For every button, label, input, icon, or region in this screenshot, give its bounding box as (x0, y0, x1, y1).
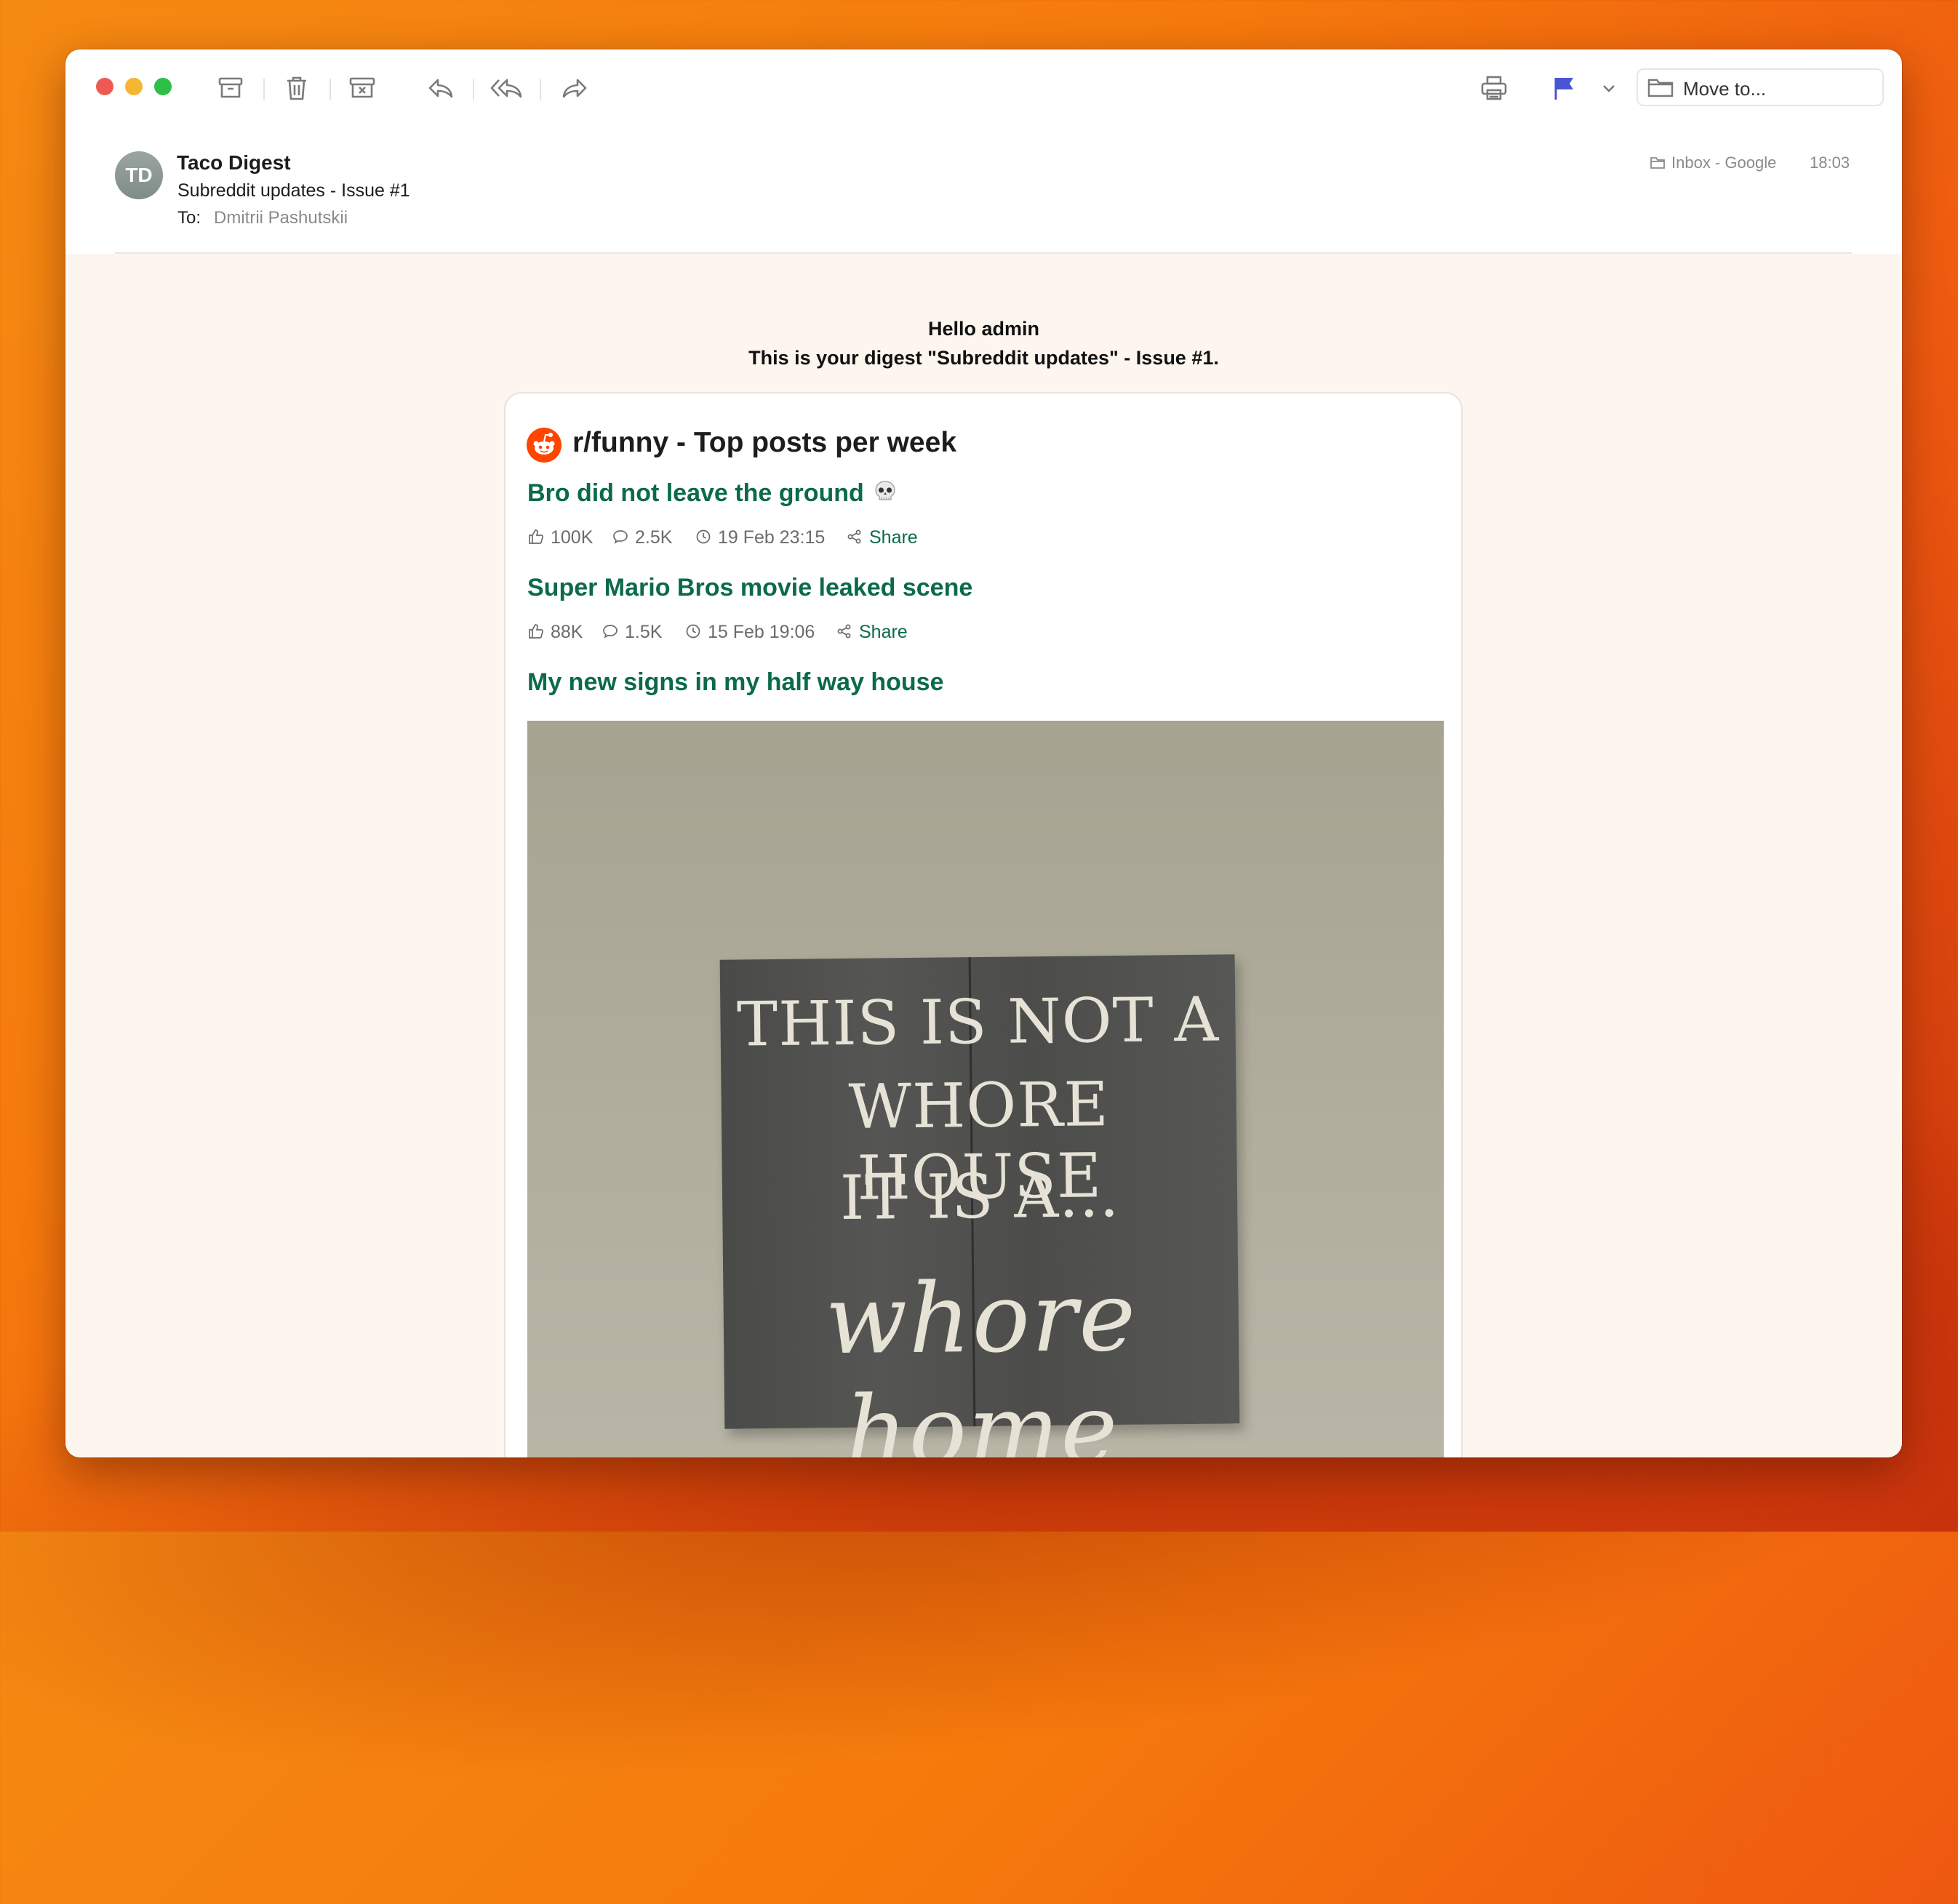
toolbar-divider (263, 79, 265, 100)
reply-all-icon[interactable] (490, 73, 525, 103)
trash-icon[interactable] (282, 73, 311, 103)
comments-count: 1.5K (625, 622, 663, 642)
print-icon[interactable] (1479, 73, 1509, 103)
archive-icon[interactable] (216, 73, 245, 103)
message-time: 18:03 (1810, 153, 1850, 172)
sender-avatar: TD (115, 151, 163, 199)
post-title-text[interactable]: Bro did not leave the ground (527, 479, 864, 507)
toolbar-divider (329, 79, 331, 100)
junk-icon[interactable] (348, 73, 377, 103)
to-label: To: (177, 208, 201, 228)
flag-icon[interactable] (1549, 73, 1578, 103)
post-title-link[interactable]: My new signs in my half way house (527, 668, 943, 697)
email-body: Hello admin This is your digest "Subredd… (65, 254, 1902, 1457)
reply-icon[interactable] (426, 73, 455, 103)
comment-icon (613, 530, 628, 544)
minimize-window-button[interactable] (125, 78, 143, 95)
post-meta: 100K 2.5K 19 Feb 23:15 Share (527, 526, 964, 548)
wooden-sign: THIS IS NOT A WHORE HOUSE IT IS A... who… (719, 954, 1240, 1457)
digest-card: r/funny - Top posts per week Bro did not… (504, 392, 1463, 1457)
forward-icon[interactable] (560, 73, 589, 103)
sign-line-1: THIS IS NOT A (736, 983, 1220, 1060)
thumbs-up-icon (529, 624, 543, 639)
post-image[interactable]: THIS IS NOT A WHORE HOUSE IT IS A... who… (527, 721, 1444, 1457)
post-date: 15 Feb 19:06 (708, 622, 815, 642)
mailbox-folder-icon (1650, 157, 1665, 169)
post-title-link[interactable]: Bro did not leave the ground (527, 479, 898, 508)
thumbs-up-icon (529, 529, 543, 544)
close-window-button[interactable] (96, 78, 113, 95)
sign-script-text: whore home (824, 1260, 1138, 1457)
folder-icon (1647, 79, 1674, 97)
clock-icon (686, 624, 700, 639)
sign-line-3: IT IS A... (839, 1159, 1120, 1234)
skull-icon (875, 481, 895, 500)
sender-name[interactable]: Taco Digest (177, 151, 291, 175)
message-subject: Subreddit updates - Issue #1 (177, 180, 410, 201)
toolbar-divider (540, 79, 541, 100)
share-icon (847, 529, 861, 544)
comments-count: 2.5K (635, 527, 673, 548)
zoom-window-button[interactable] (154, 78, 172, 95)
likes-count: 88K (551, 622, 583, 642)
mail-window: Move to... TD Taco Digest Subreddit upda… (65, 49, 1902, 1457)
post-date: 19 Feb 23:15 (718, 527, 826, 548)
recipient-name[interactable]: Dmitrii Pashutskii (214, 208, 348, 228)
likes-count: 100K (551, 527, 594, 548)
share-label[interactable]: Share (859, 622, 908, 643)
share-icon (837, 624, 851, 639)
toolbar: Move to... (65, 49, 1902, 122)
clock-icon (696, 529, 711, 544)
share-label[interactable]: Share (869, 527, 918, 548)
comment-icon (603, 625, 618, 639)
toolbar-divider (473, 79, 474, 100)
move-to-button[interactable]: Move to... (1637, 68, 1884, 106)
post-meta: 88K 1.5K 15 Feb 19:06 Share (527, 620, 964, 642)
reddit-icon (527, 428, 562, 463)
post-title-link[interactable]: Super Mario Bros movie leaked scene (527, 574, 972, 602)
flag-menu-chevron-down-icon[interactable] (1600, 73, 1618, 103)
digest-intro: This is your digest "Subreddit updates" … (748, 347, 1219, 369)
subreddit-title: r/funny - Top posts per week (572, 427, 957, 458)
mailbox-label: Inbox - Google (1671, 153, 1777, 172)
greeting: Hello admin (927, 318, 1040, 340)
move-to-label: Move to... (1683, 78, 1767, 100)
